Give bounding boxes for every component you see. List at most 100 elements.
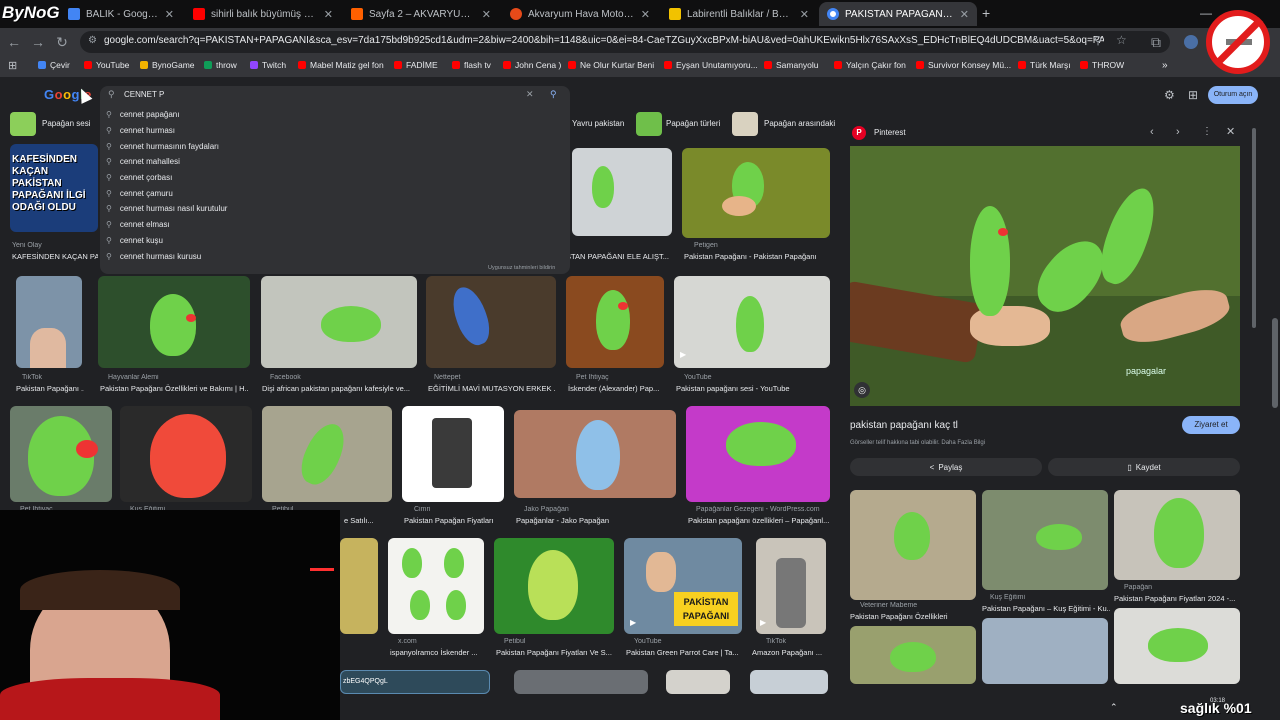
close-icon[interactable]: ✕ — [800, 8, 809, 21]
bookmark-item[interactable]: BynoGame — [140, 60, 195, 70]
panel-source[interactable]: Pinterest — [874, 128, 906, 137]
bookmark-item[interactable]: THROW — [1080, 60, 1124, 70]
tab-youtube[interactable]: sihirli balık büyümüş hali - You ✕ — [185, 2, 341, 26]
result-title[interactable]: Pakistan Papağanı ... — [16, 384, 84, 393]
result-title[interactable]: Pakistan Papağanı Fiyatları Ve S... — [496, 648, 614, 657]
bookmark-item[interactable]: John Cena ) — [503, 60, 561, 70]
result-image[interactable] — [16, 276, 82, 368]
chevron-up-icon[interactable]: ⌃ — [1110, 702, 1118, 713]
result-image[interactable] — [494, 538, 614, 634]
search-input-container[interactable]: ⚲ CENNET P ✕ ⚲ — [100, 86, 570, 104]
related-image[interactable] — [982, 618, 1108, 684]
panel-scrollbar[interactable] — [1252, 128, 1256, 328]
related-image[interactable] — [982, 490, 1108, 590]
result-image[interactable] — [261, 276, 417, 368]
result-title[interactable]: Papağanlar - Jako Papağan — [516, 516, 676, 525]
result-image[interactable] — [388, 538, 484, 634]
result-title[interactable]: İskender (Alexander) Pap... — [568, 384, 664, 393]
close-icon[interactable]: ✕ — [960, 8, 969, 21]
result-image[interactable] — [572, 148, 672, 236]
related-image[interactable] — [1114, 608, 1240, 684]
panel-title[interactable]: pakistan papağanı kaç tl — [850, 420, 958, 431]
result-image[interactable] — [340, 538, 378, 634]
tab-google-balik[interactable]: BALIK - Google'da Ara ✕ — [60, 2, 182, 26]
related-title[interactable]: Pakistan Papağanı Fiyatları 2024 -... — [1114, 594, 1242, 603]
bookmark-item[interactable]: Eyşan Unutamıyoru... — [664, 60, 758, 70]
bookmark-item[interactable]: Çevir — [38, 60, 70, 70]
suggestion-item[interactable]: ⚲ cennet papağanı — [106, 110, 179, 119]
preview-image[interactable]: papagalar ◎ — [850, 146, 1240, 406]
chip-yavru-pakistan[interactable]: Yavru pakistan — [572, 112, 632, 136]
suggestion-item[interactable]: ⚲ cennet hurması — [106, 126, 175, 135]
result-image[interactable] — [262, 406, 392, 502]
bookmark-item[interactable]: flash tv — [452, 60, 491, 70]
bookmark-item[interactable]: YouTube — [84, 60, 129, 70]
close-icon[interactable]: ✕ — [482, 8, 491, 21]
result-image[interactable]: zbEG4QPQgL — [340, 670, 490, 694]
chip-papagan-sesi[interactable]: Papağan sesi — [10, 112, 94, 136]
save-button[interactable]: ▯ Kaydet — [1048, 458, 1240, 476]
chip-papagan-arasindaki[interactable]: Papağan arasındaki — [732, 112, 836, 136]
report-predictions-link[interactable]: Uygunsuz tahminleri bildirin — [488, 265, 555, 271]
site-info-icon[interactable]: ⚙ — [88, 35, 97, 46]
result-title[interactable]: Pakistan Papağanı - Pakistan Papağanı — [684, 252, 830, 261]
tab-pakistan-papagani[interactable]: PAKİSTAN PAPAGANI - Google ✕ — [819, 2, 977, 26]
result-title[interactable]: e Satılı... — [344, 516, 394, 525]
bookmark-item[interactable]: Yalçın Çakır fon — [834, 60, 906, 70]
bookmark-item[interactable]: Türk Marşı — [1018, 60, 1071, 70]
result-image[interactable] — [514, 670, 648, 694]
search-input[interactable]: CENNET P — [124, 90, 164, 99]
related-image[interactable] — [850, 626, 976, 684]
suggestion-item[interactable]: ⚲ cennet hurması kurusu — [106, 252, 201, 261]
visit-button[interactable]: Ziyaret et — [1182, 416, 1240, 434]
result-image[interactable] — [426, 276, 556, 368]
extensions-icon[interactable]: ⧉ — [1148, 34, 1164, 50]
bookmark-item[interactable]: Samanyolu — [764, 60, 819, 70]
close-icon[interactable]: ✕ — [165, 8, 174, 21]
bookmark-item[interactable]: Mabel Matiz gel fon — [298, 60, 384, 70]
search-submit-icon[interactable]: ⚲ — [550, 89, 557, 100]
close-icon[interactable]: ✕ — [641, 8, 650, 21]
profile-avatar[interactable] — [1184, 35, 1198, 49]
result-image[interactable] — [750, 670, 828, 694]
result-image[interactable] — [120, 406, 252, 502]
result-title[interactable]: Pakistan Papağan Fiyatları — [404, 516, 504, 525]
reload-icon[interactable]: ↻ — [54, 34, 70, 50]
result-image[interactable] — [686, 406, 830, 502]
result-image[interactable] — [514, 410, 676, 498]
result-title[interactable]: ispanyolramco İskender ... — [390, 648, 484, 657]
result-title[interactable]: STAN PAPAĞANI ELE ALIŞT... — [566, 252, 676, 261]
result-title[interactable]: KAFESİNDEN KAÇAN PAK... — [12, 252, 98, 261]
result-image[interactable]: ▶ — [756, 538, 826, 634]
apps-icon[interactable]: ⊞ — [1188, 88, 1198, 102]
result-image[interactable] — [402, 406, 504, 502]
tab-hava-motoru[interactable]: Akvaryum Hava Motoru Fiyatı ✕ — [502, 2, 658, 26]
suggestion-item[interactable]: ⚲ cennet hurmasının faydaları — [106, 142, 219, 151]
clear-icon[interactable]: ✕ — [526, 89, 534, 100]
result-title[interactable]: Dişi african pakistan papağanı kafesiyle… — [262, 384, 418, 393]
related-title[interactable]: Pakistan Papağanı Özellikleri — [850, 612, 978, 621]
suggestion-item[interactable]: ⚲ cennet çorbası — [106, 173, 172, 182]
sign-in-button[interactable]: Oturum açın — [1208, 86, 1258, 104]
next-icon[interactable]: › — [1176, 126, 1180, 138]
bookmark-item[interactable]: FADİME — [394, 60, 438, 70]
close-panel-icon[interactable]: ✕ — [1226, 125, 1235, 138]
chip-papagan-turleri[interactable]: Papağan türleri — [636, 112, 726, 136]
suggestion-item[interactable]: ⚲ cennet elması — [106, 220, 170, 229]
result-title[interactable]: Amazon Papağanı ... — [752, 648, 830, 657]
more-options-icon[interactable]: ⋮ — [1202, 126, 1212, 137]
bookmark-item[interactable]: Survivor Konsey Mü... — [916, 60, 1011, 70]
related-image[interactable] — [850, 490, 976, 600]
back-icon[interactable]: ← — [6, 34, 22, 50]
bookmark-item[interactable]: throw — [204, 60, 237, 70]
result-image[interactable] — [566, 276, 664, 368]
related-title[interactable]: Pakistan Papağanı – Kuş Eğitimi - Ku... — [982, 604, 1110, 613]
result-title[interactable]: EĞİTİMLİ MAVİ MUTASYON ERKEK ... — [428, 384, 556, 393]
related-image[interactable] — [1114, 490, 1240, 580]
forward-icon[interactable]: → — [30, 34, 46, 50]
address-bar[interactable]: ⚙ google.com/search?q=PAKİSTAN+PAPAGANI&… — [80, 31, 1170, 53]
result-title[interactable]: Pakistan Papağanı Özellikleri ve Bakımı … — [100, 384, 248, 393]
new-tab-button[interactable]: + — [982, 5, 990, 21]
bookmark-item[interactable]: Ne Olur Kurtar Beni — [568, 60, 654, 70]
tab-hepsiburada[interactable]: Sayfa 2 – AKVARYUM - Hepsib ✕ — [343, 2, 499, 26]
